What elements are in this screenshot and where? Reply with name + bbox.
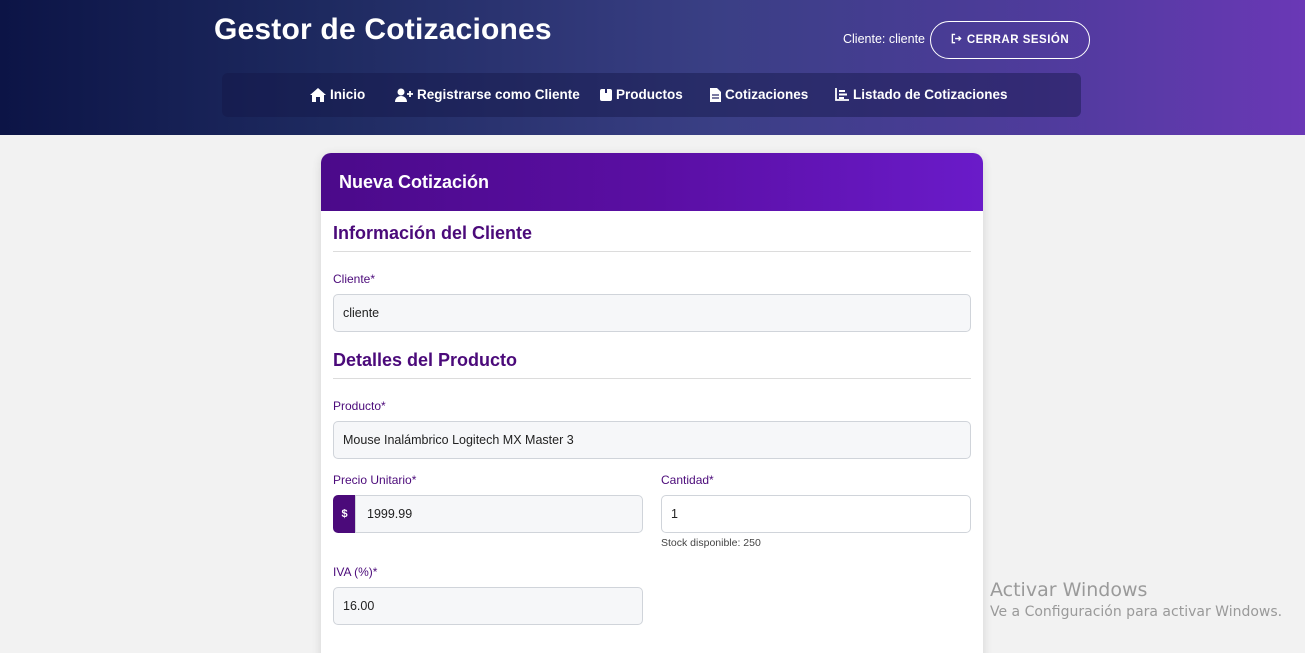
home-icon (310, 87, 326, 102)
quote-form-card: Nueva Cotización Información del Cliente… (321, 153, 983, 653)
client-field[interactable]: cliente (333, 294, 971, 332)
divider (333, 251, 971, 252)
activate-windows-subtitle: Ve a Configuración para activar Windows. (990, 604, 1283, 620)
product-section-title: Detalles del Producto (333, 350, 518, 370)
app-title: Gestor de Cotizaciones (214, 13, 552, 46)
quantity-input[interactable]: 1 (661, 495, 971, 533)
iva-input[interactable]: 16.00 (333, 587, 643, 625)
main-nav: Inicio Registrarse como Cliente Producto… (222, 73, 1081, 117)
nav-item-label: Listado de Cotizaciones (853, 87, 1008, 102)
card-header: Nueva Cotización (321, 153, 983, 211)
client-section-title: Información del Cliente (333, 223, 533, 243)
logout-label: CERRAR SESIÓN (966, 34, 1070, 46)
client-label: Cliente* (333, 272, 376, 286)
sign-out-icon (951, 33, 962, 47)
nav-item-registrarse[interactable]: Registrarse como Cliente (395, 87, 580, 102)
nav-item-cotizaciones[interactable]: Cotizaciones (710, 87, 808, 102)
unit-price-label: Precio Unitario* (333, 473, 417, 487)
card-title: Nueva Cotización (339, 171, 490, 192)
stock-available-text: Stock disponible: 250 (661, 537, 761, 549)
nav-item-inicio[interactable]: Inicio (310, 87, 365, 102)
activate-windows-title: Activar Windows (990, 579, 1148, 601)
nav-item-listado[interactable]: Listado de Cotizaciones (835, 87, 1008, 102)
product-label: Producto* (333, 399, 386, 413)
nav-item-productos[interactable]: Productos (600, 87, 683, 102)
product-select[interactable]: Mouse Inalámbrico Logitech MX Master 3 (333, 421, 971, 459)
current-user-label: Cliente: cliente (843, 32, 925, 46)
unit-price-input[interactable]: 1999.99 (355, 495, 643, 533)
quantity-label: Cantidad* (661, 473, 714, 487)
currency-prefix: $ (333, 495, 356, 533)
chart-list-icon (835, 88, 849, 101)
top-header: Gestor de Cotizaciones Cliente: cliente … (0, 0, 1305, 135)
nav-item-label: Registrarse como Cliente (417, 87, 580, 102)
nav-item-label: Cotizaciones (725, 87, 809, 102)
nav-item-label: Productos (616, 87, 683, 102)
iva-label: IVA (%)* (333, 565, 378, 579)
box-icon (600, 88, 612, 101)
user-plus-icon (395, 88, 413, 102)
file-icon (710, 87, 721, 102)
divider (333, 378, 971, 379)
logout-button[interactable]: CERRAR SESIÓN (930, 21, 1090, 59)
nav-item-label: Inicio (330, 87, 366, 102)
